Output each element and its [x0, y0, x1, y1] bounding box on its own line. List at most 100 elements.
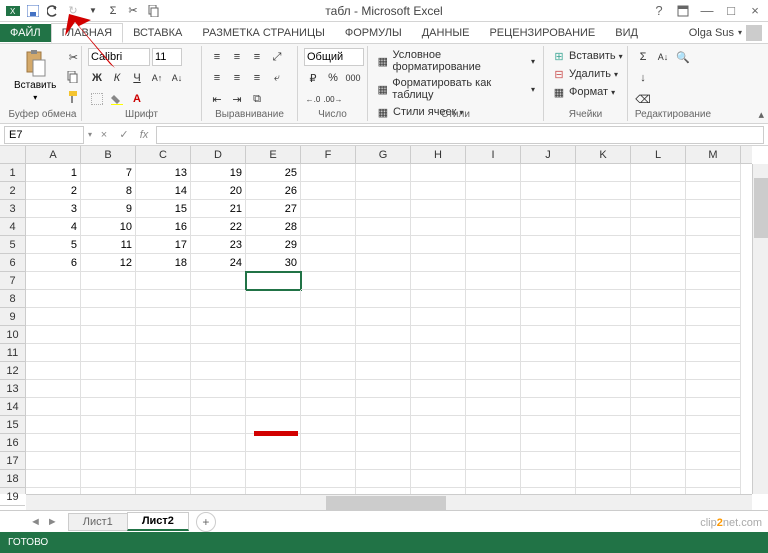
cell-C6[interactable]: 18: [136, 254, 191, 272]
format-as-table-button[interactable]: ▦Форматировать как таблицу▾: [374, 76, 537, 102]
row-header-10[interactable]: 10: [0, 326, 25, 344]
cell-E17[interactable]: [246, 452, 301, 470]
cell-J13[interactable]: [521, 380, 576, 398]
cell-C12[interactable]: [136, 362, 191, 380]
cut-button[interactable]: ✂: [64, 48, 82, 66]
cell-H1[interactable]: [411, 164, 466, 182]
cell-F7[interactable]: [301, 272, 356, 290]
cell-D18[interactable]: [191, 470, 246, 488]
cell-F9[interactable]: [301, 308, 356, 326]
cell-M14[interactable]: [686, 398, 741, 416]
row-header-1[interactable]: 1: [0, 164, 25, 182]
cell-A18[interactable]: [26, 470, 81, 488]
cell-A10[interactable]: [26, 326, 81, 344]
cell-M11[interactable]: [686, 344, 741, 362]
cell-G6[interactable]: [356, 254, 411, 272]
cell-M9[interactable]: [686, 308, 741, 326]
save-icon[interactable]: [24, 2, 42, 20]
cell-C3[interactable]: 15: [136, 200, 191, 218]
cell-B16[interactable]: [81, 434, 136, 452]
cell-K11[interactable]: [576, 344, 631, 362]
cell-D11[interactable]: [191, 344, 246, 362]
copy-button[interactable]: [64, 68, 82, 86]
cell-M8[interactable]: [686, 290, 741, 308]
cell-L17[interactable]: [631, 452, 686, 470]
format-cells-button[interactable]: ▦Формат▾: [550, 84, 617, 100]
cell-L11[interactable]: [631, 344, 686, 362]
sheet-prev-icon[interactable]: ◄: [30, 516, 41, 528]
cell-F5[interactable]: [301, 236, 356, 254]
cell-M13[interactable]: [686, 380, 741, 398]
cell-G13[interactable]: [356, 380, 411, 398]
cell-H3[interactable]: [411, 200, 466, 218]
cell-G3[interactable]: [356, 200, 411, 218]
row-header-5[interactable]: 5: [0, 236, 25, 254]
cell-K18[interactable]: [576, 470, 631, 488]
col-header-E[interactable]: E: [246, 146, 301, 163]
row-header-9[interactable]: 9: [0, 308, 25, 326]
cell-A12[interactable]: [26, 362, 81, 380]
cell-M16[interactable]: [686, 434, 741, 452]
cell-E18[interactable]: [246, 470, 301, 488]
cell-H5[interactable]: [411, 236, 466, 254]
cell-C2[interactable]: 14: [136, 182, 191, 200]
cell-L7[interactable]: [631, 272, 686, 290]
cell-F4[interactable]: [301, 218, 356, 236]
cell-I12[interactable]: [466, 362, 521, 380]
cell-J15[interactable]: [521, 416, 576, 434]
cell-C10[interactable]: [136, 326, 191, 344]
cell-H13[interactable]: [411, 380, 466, 398]
cell-A6[interactable]: 6: [26, 254, 81, 272]
cell-D12[interactable]: [191, 362, 246, 380]
cell-B6[interactable]: 12: [81, 254, 136, 272]
align-top-button[interactable]: ≡: [208, 48, 226, 66]
cell-B5[interactable]: 11: [81, 236, 136, 254]
cell-K2[interactable]: [576, 182, 631, 200]
row-header-4[interactable]: 4: [0, 218, 25, 236]
cell-K8[interactable]: [576, 290, 631, 308]
tab-view[interactable]: ВИД: [605, 24, 648, 42]
cell-K15[interactable]: [576, 416, 631, 434]
cell-H16[interactable]: [411, 434, 466, 452]
cell-A7[interactable]: [26, 272, 81, 290]
cell-C1[interactable]: 13: [136, 164, 191, 182]
cell-J3[interactable]: [521, 200, 576, 218]
tab-page-layout[interactable]: РАЗМЕТКА СТРАНИЦЫ: [192, 24, 334, 42]
cell-C14[interactable]: [136, 398, 191, 416]
delete-cells-button[interactable]: ⊟Удалить▾: [550, 66, 620, 82]
cell-B17[interactable]: [81, 452, 136, 470]
cell-M1[interactable]: [686, 164, 741, 182]
cell-H15[interactable]: [411, 416, 466, 434]
cell-D16[interactable]: [191, 434, 246, 452]
cell-G1[interactable]: [356, 164, 411, 182]
sheet-tab-1[interactable]: Лист1: [68, 513, 128, 531]
cell-J6[interactable]: [521, 254, 576, 272]
cell-I6[interactable]: [466, 254, 521, 272]
cell-E8[interactable]: [246, 290, 301, 308]
cell-C17[interactable]: [136, 452, 191, 470]
cell-G7[interactable]: [356, 272, 411, 290]
cell-K13[interactable]: [576, 380, 631, 398]
cell-L18[interactable]: [631, 470, 686, 488]
decrease-decimal-button[interactable]: .00→: [324, 90, 342, 108]
cell-A14[interactable]: [26, 398, 81, 416]
cell-M5[interactable]: [686, 236, 741, 254]
cell-I11[interactable]: [466, 344, 521, 362]
cell-M2[interactable]: [686, 182, 741, 200]
cell-F6[interactable]: [301, 254, 356, 272]
merge-button[interactable]: ⧉: [248, 90, 266, 108]
find-button[interactable]: 🔍: [674, 48, 692, 66]
cell-E6[interactable]: 30: [246, 254, 301, 272]
cell-F11[interactable]: [301, 344, 356, 362]
italic-button[interactable]: К: [108, 69, 126, 87]
horizontal-scrollbar[interactable]: [26, 494, 752, 510]
cell-D1[interactable]: 19: [191, 164, 246, 182]
col-header-H[interactable]: H: [411, 146, 466, 163]
row-header-2[interactable]: 2: [0, 182, 25, 200]
cell-A5[interactable]: 5: [26, 236, 81, 254]
cell-E5[interactable]: 29: [246, 236, 301, 254]
cell-I9[interactable]: [466, 308, 521, 326]
col-header-B[interactable]: B: [81, 146, 136, 163]
wrap-text-button[interactable]: ⤶: [268, 69, 286, 87]
font-grow-button[interactable]: A↑: [148, 69, 166, 87]
